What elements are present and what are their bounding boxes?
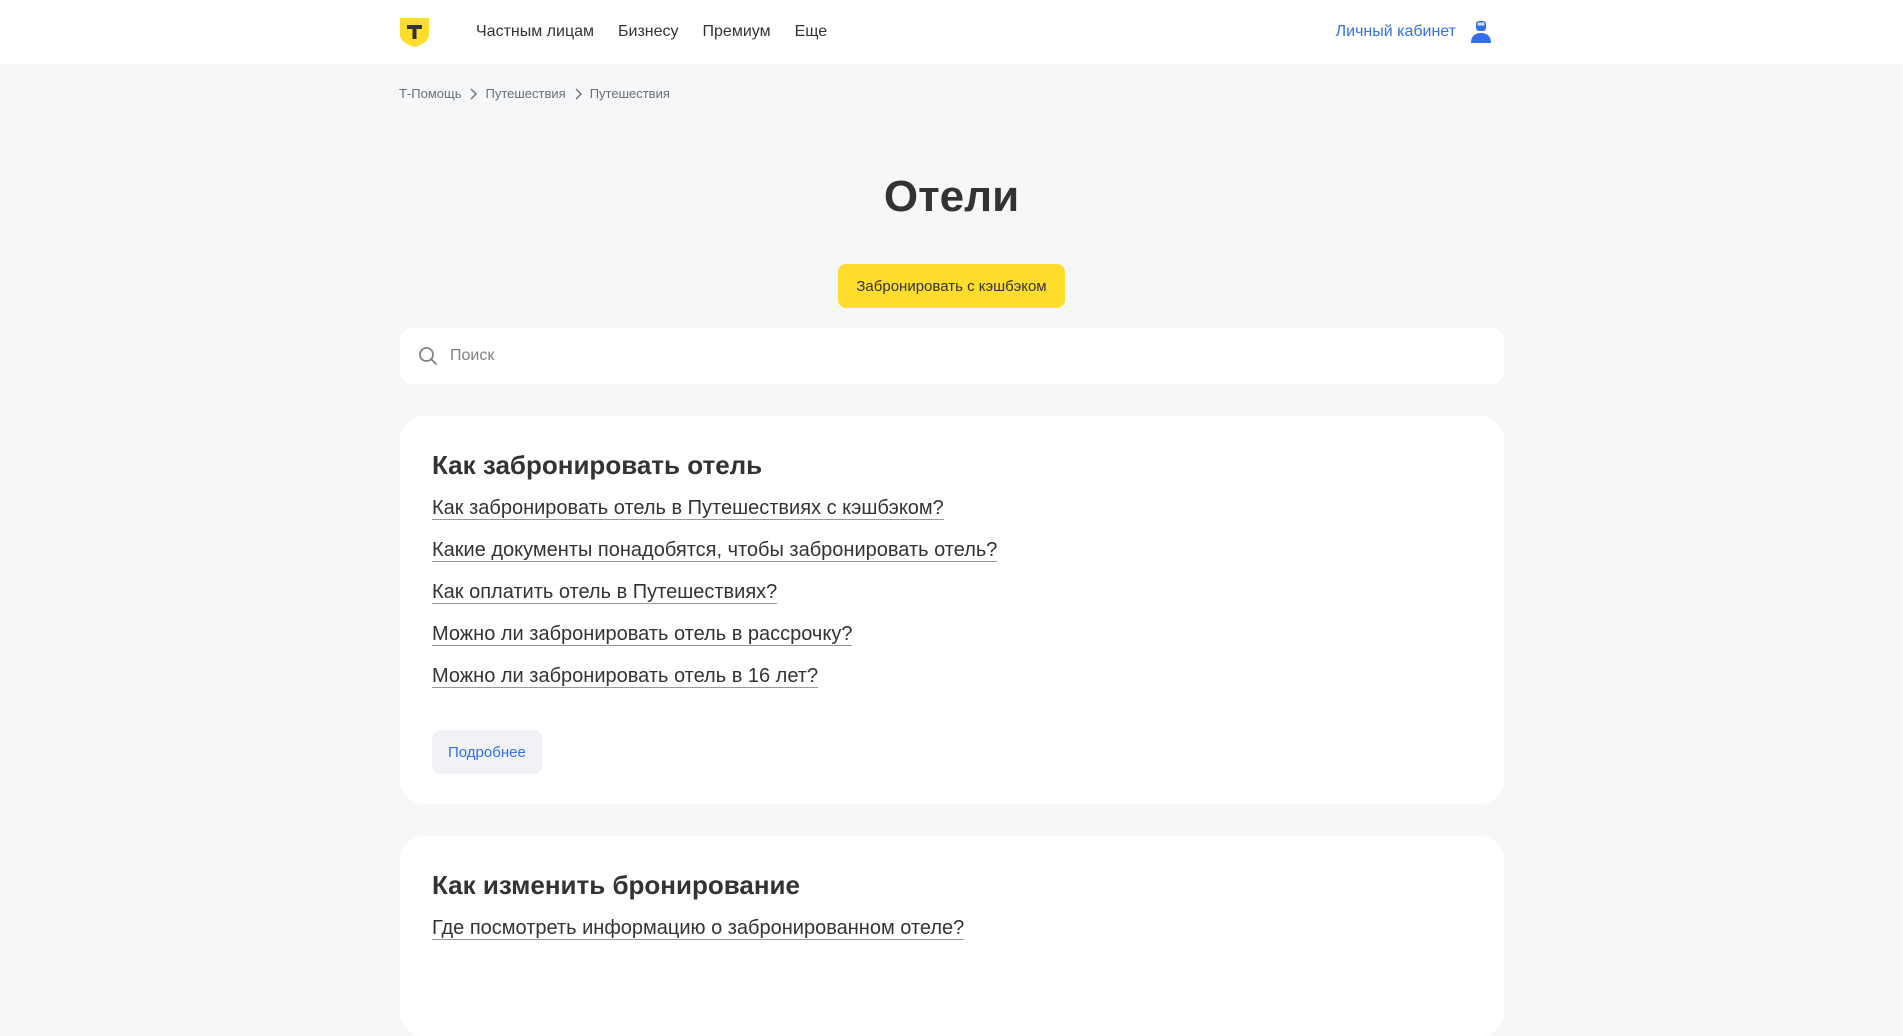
page-title: Отели bbox=[883, 172, 1020, 221]
list-item: Какие документы понадобятся, чтобы забро… bbox=[432, 537, 1472, 565]
chevron-right-icon bbox=[470, 88, 478, 99]
nav-item-business[interactable]: Бизнесу bbox=[618, 23, 679, 41]
list-item: Как забронировать отель в Путешествиях с… bbox=[432, 495, 1472, 523]
faq-link[interactable]: Какие документы понадобятся, чтобы забро… bbox=[432, 539, 998, 562]
nav-item-private[interactable]: Частным лицам bbox=[476, 23, 594, 41]
search-box bbox=[400, 328, 1504, 384]
book-with-cashback-button[interactable]: Забронировать с кэшбэком bbox=[838, 264, 1065, 308]
section-title: Как изменить бронирование bbox=[432, 870, 800, 900]
chevron-right-icon bbox=[575, 88, 582, 99]
t-bank-logo-icon[interactable] bbox=[399, 17, 430, 48]
personal-account: Личный кабинет bbox=[1336, 0, 1492, 64]
list-item: Можно ли забронировать отель в рассрочку… bbox=[432, 621, 1472, 649]
more-button[interactable]: Подробнее bbox=[432, 730, 542, 774]
faq-link[interactable]: Можно ли забронировать отель в рассрочку… bbox=[432, 623, 853, 646]
faq-link[interactable]: Можно ли забронировать отель в 16 лет? bbox=[432, 665, 819, 688]
top-header: Частным лицам Бизнесу Премиум Еще Личный… bbox=[0, 0, 1903, 64]
breadcrumb: Т-Помощь Путешествия Путешествия bbox=[399, 86, 670, 101]
list-item: Как оплатить отель в Путешествиях? bbox=[432, 579, 1472, 607]
faq-card-change-booking: Как изменить бронирование Где посмотреть… bbox=[400, 836, 1504, 1036]
main-nav: Частным лицам Бизнесу Премиум Еще bbox=[476, 0, 851, 64]
breadcrumb-item-travel[interactable]: Путешествия bbox=[485, 86, 565, 101]
user-icon[interactable] bbox=[1470, 20, 1492, 44]
section-title: Как забронировать отель bbox=[432, 450, 763, 480]
search-input[interactable] bbox=[450, 347, 1450, 365]
faq-card-booking: Как забронировать отель Как забронироват… bbox=[400, 416, 1504, 804]
faq-link[interactable]: Как забронировать отель в Путешествиях с… bbox=[432, 497, 944, 520]
list-item: Можно ли забронировать отель в 16 лет? bbox=[432, 663, 1472, 691]
personal-account-link[interactable]: Личный кабинет bbox=[1336, 23, 1456, 41]
nav-item-premium[interactable]: Премиум bbox=[703, 23, 771, 41]
faq-list: Как забронировать отель в Путешествиях с… bbox=[432, 495, 1472, 691]
faq-link[interactable]: Где посмотреть информацию о забронирован… bbox=[432, 917, 965, 940]
list-item: Где посмотреть информацию о забронирован… bbox=[432, 915, 1472, 943]
faq-link[interactable]: Как оплатить отель в Путешествиях? bbox=[432, 581, 778, 604]
search-icon bbox=[419, 347, 437, 365]
nav-item-more[interactable]: Еще bbox=[795, 23, 828, 41]
breadcrumb-item-help[interactable]: Т-Помощь bbox=[399, 86, 461, 101]
faq-list: Где посмотреть информацию о забронирован… bbox=[432, 915, 1472, 943]
breadcrumb-item-travel-current[interactable]: Путешествия bbox=[590, 86, 670, 101]
